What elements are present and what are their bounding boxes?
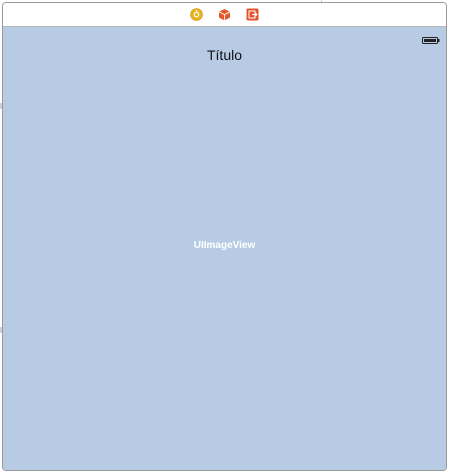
- battery-icon: [422, 31, 440, 44]
- image-view-placeholder-label: UIImageView: [193, 240, 256, 251]
- exit-icon[interactable]: [246, 8, 260, 22]
- view-controller-scene[interactable]: Título UIImageView: [2, 2, 447, 471]
- title-label[interactable]: Título: [3, 47, 446, 63]
- view-controller-icon[interactable]: [190, 8, 204, 22]
- storyboard-canvas: Título UIImageView: [0, 0, 450, 474]
- first-responder-icon[interactable]: [218, 8, 232, 22]
- image-view[interactable]: Título UIImageView: [3, 27, 446, 470]
- scene-dock: [3, 3, 446, 27]
